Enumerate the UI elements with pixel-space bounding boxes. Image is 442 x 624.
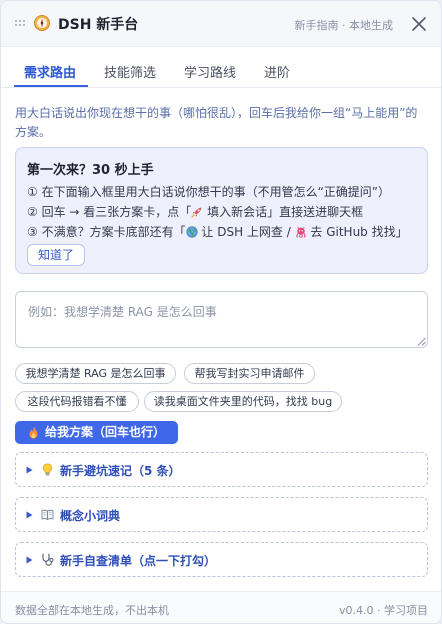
section-title: 新手自查清单（点一下打勾）: [60, 554, 217, 568]
newcomer-panel: DSH 新手台 新手指南 · 本地生成 需求路由 技能筛选 学习路线 进阶 用大…: [0, 0, 442, 624]
suggestion-chip-error[interactable]: 这段代码报错看不懂: [15, 391, 139, 412]
tab-learning-path[interactable]: 学习路线: [184, 62, 236, 81]
octocat-icon: [295, 226, 306, 238]
tab-skill-filter[interactable]: 技能筛选: [104, 62, 156, 81]
step-2-text-b: 填入新会话」直接送进聊天框: [203, 205, 364, 219]
section-title: 概念小词典: [60, 509, 121, 523]
section-beginner-pitfalls[interactable]: 新手避坑速记（5 条）: [15, 452, 428, 487]
tab-demand-routing[interactable]: 需求路由: [24, 62, 76, 81]
onboarding-step-1: ① 在下面输入框里用大白话说你想干的事（不用管怎么“正确提问”）: [27, 185, 391, 199]
flame-icon: [29, 426, 38, 439]
panel-footer: 数据全部在本地生成，不出本机 v0.4.0 · 学习项目: [1, 591, 441, 623]
app-title: DSH 新手台: [58, 17, 139, 33]
tab-bar: 需求路由 技能筛选 学习路线 进阶: [1, 47, 441, 88]
step-3-text-b: 让 DSH 上网查 /: [197, 225, 295, 239]
close-icon[interactable]: [409, 14, 429, 34]
suggestion-chip-rag[interactable]: 我想学清楚 RAG 是怎么回事: [15, 363, 176, 384]
suggestion-chip-email[interactable]: 帮我写封实习申请邮件: [184, 363, 315, 384]
section-concept-dictionary[interactable]: 概念小词典: [15, 497, 428, 532]
resize-handle-icon[interactable]: [417, 337, 426, 346]
active-tab-indicator: [14, 85, 88, 87]
query-input[interactable]: [15, 291, 428, 348]
stethoscope-icon: [42, 553, 54, 566]
section-self-check[interactable]: 新手自查清单（点一下打勾）: [15, 542, 428, 577]
footer-version: v0.4.0 · 学习项目: [339, 604, 428, 617]
rocket-icon: [191, 207, 202, 218]
globe-icon: [185, 226, 198, 238]
section-title: 新手避坑速记（5 条）: [60, 464, 181, 478]
caret-right-icon: [26, 511, 33, 519]
intro-text: 用大白话说出你现在想干的事（哪怕很乱），回车后我给你一组“马上能用”的方案。: [15, 106, 418, 139]
onboarding-step-2: ② 回车 → 看三张方案卡，点「 填入新会话」直接送进聊天框: [27, 203, 363, 220]
get-plan-button[interactable]: 给我方案（回车也行）: [15, 421, 178, 444]
suggestion-chip-bug[interactable]: 读我桌面文件夹里的代码，找找 bug: [144, 391, 342, 412]
step-2-text-a: ② 回车 → 看三张方案卡，点「: [27, 205, 192, 219]
lightbulb-icon: [42, 463, 53, 476]
footer-privacy-note: 数据全部在本地生成，不出本机: [15, 604, 169, 617]
step-3-text-a: ③ 不满意？方案卡底部还有「: [27, 225, 186, 239]
onboarding-step-3: ③ 不满意？方案卡底部还有「 让 DSH 上网查 / 去 GitHub 找找」: [27, 223, 408, 240]
step-3-text-c: 去 GitHub 找找」: [306, 225, 408, 239]
header-hint: 新手指南 · 本地生成: [294, 19, 394, 32]
drag-grip-icon[interactable]: [15, 20, 25, 28]
get-plan-label: 给我方案（回车也行）: [45, 425, 166, 439]
panel-header: DSH 新手台 新手指南 · 本地生成: [1, 1, 441, 47]
onboarding-title: 第一次来？30 秒上手: [27, 163, 154, 178]
onboarding-card: 第一次来？30 秒上手 ① 在下面输入框里用大白话说你想干的事（不用管怎么“正确…: [15, 147, 428, 274]
caret-right-icon: [26, 466, 33, 474]
tab-advanced[interactable]: 进阶: [264, 62, 290, 81]
got-it-button[interactable]: 知道了: [27, 244, 85, 266]
caret-right-icon: [26, 556, 33, 564]
book-icon: [41, 509, 54, 521]
compass-icon: [34, 15, 50, 31]
